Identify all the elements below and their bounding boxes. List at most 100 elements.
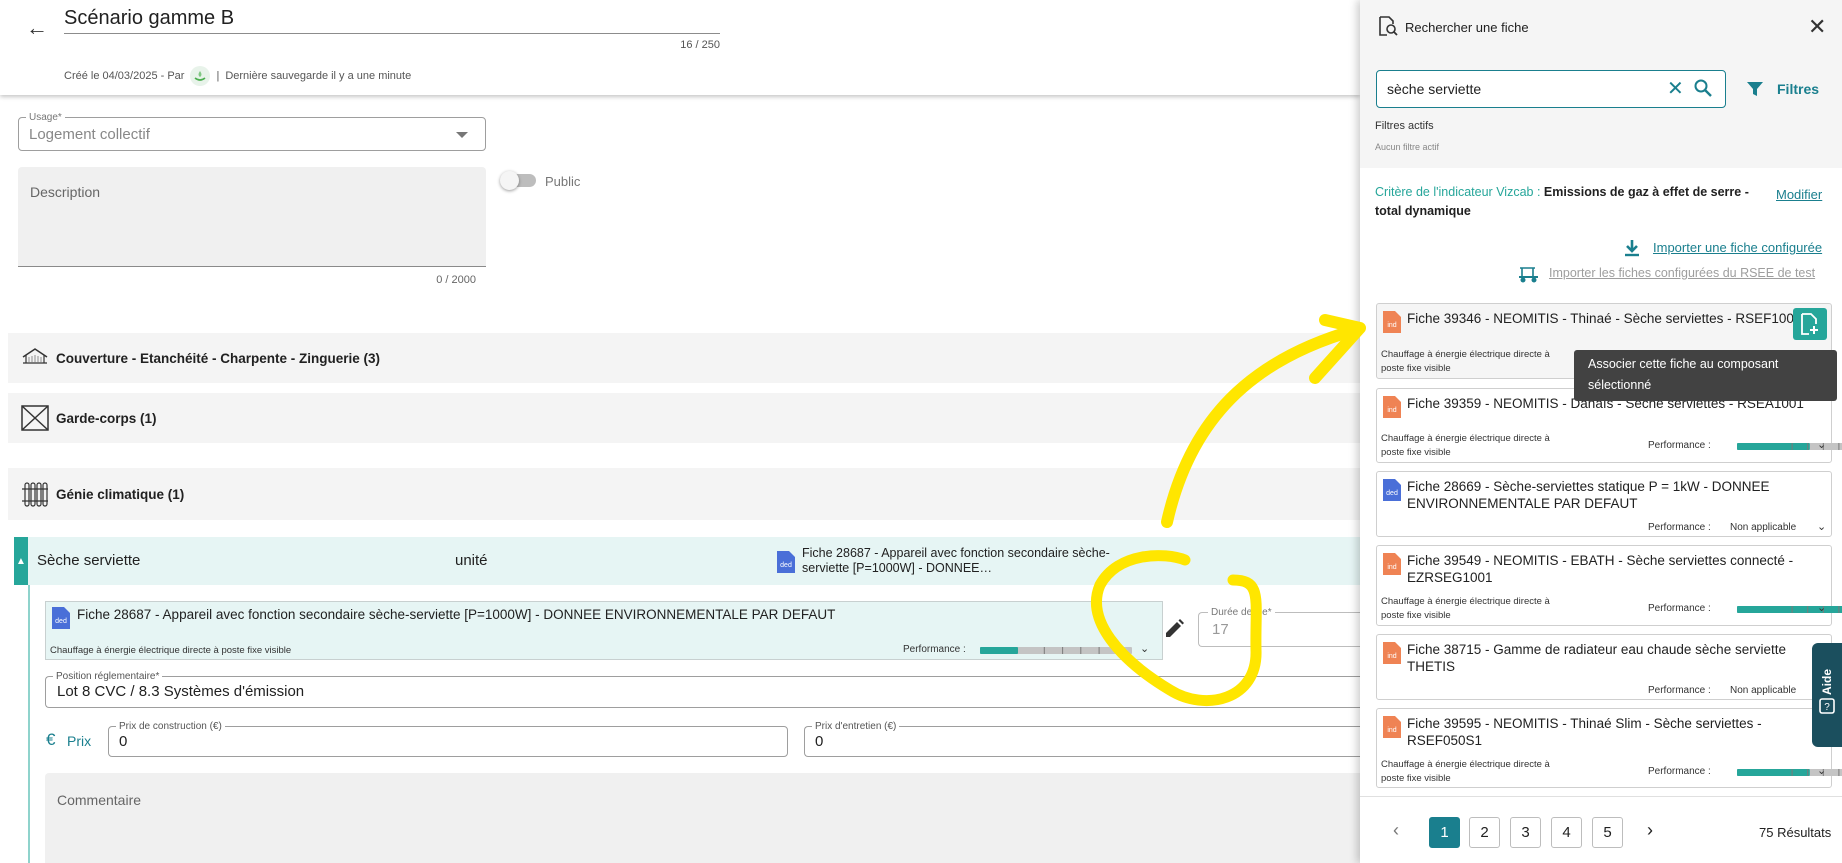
meta-separator: | (216, 70, 220, 82)
prix-construction-value: 0 (119, 733, 128, 750)
performance-label: Performance : (903, 644, 966, 655)
active-filters-label: Filtres actifs (1375, 120, 1434, 132)
performance-label: Performance : (1648, 766, 1711, 777)
result-title: Fiche 39549 - NEOMITIS - EBATH - Sèche s… (1407, 553, 1794, 585)
title-underline (64, 33, 720, 34)
ind-file-icon: ind (1383, 311, 1401, 333)
filter-icon[interactable] (1746, 80, 1764, 98)
category-garde-corps[interactable]: Garde-corps (1) (8, 393, 1360, 443)
page-button[interactable]: 3 (1510, 817, 1541, 848)
svg-text:ind: ind (1387, 727, 1396, 734)
category-couverture[interactable]: Couverture - Etanchéité - Charpente - Zi… (8, 333, 1360, 383)
description-label: Description (30, 184, 101, 200)
pencil-icon[interactable] (1162, 617, 1186, 641)
caret-down-icon[interactable] (456, 132, 468, 138)
component-unit: unité (455, 552, 488, 569)
performance-label: Performance : (1648, 685, 1711, 696)
chevron-down-icon[interactable]: ⌄ (1817, 520, 1826, 533)
result-card[interactable]: ind Fiche 39549 - NEOMITIS - EBATH - Sèc… (1376, 545, 1842, 626)
close-icon[interactable]: ✕ (1808, 14, 1826, 40)
public-toggle-thumb[interactable] (500, 171, 519, 190)
performance-bar-tick (1838, 769, 1840, 776)
help-tab[interactable]: Aide ? (1812, 643, 1842, 747)
result-card[interactable]: ded Fiche 28669 - Sèche-serviettes stati… (1376, 471, 1832, 537)
ind-file-icon: ind (1383, 642, 1401, 664)
result-title: Fiche 39346 - NEOMITIS - Thinaé - Sèche … (1407, 311, 1802, 326)
download-icon[interactable] (1622, 238, 1642, 258)
back-arrow-icon[interactable]: ← (22, 13, 52, 43)
performance-bar (1737, 606, 1842, 613)
file-plus-icon (1801, 313, 1818, 335)
import-configured-link[interactable]: Importer une fiche configurée (1653, 240, 1822, 255)
chevron-down-icon[interactable]: ⌄ (1817, 601, 1826, 614)
page-button[interactable]: 5 (1592, 817, 1623, 848)
result-card[interactable]: ind Fiche 39595 - NEOMITIS - Thinaé Slim… (1376, 708, 1842, 788)
created-text: Créé le 04/03/2025 - Par (64, 70, 185, 82)
duree-vie-value: 17 (1212, 621, 1229, 638)
result-title: Fiche 38715 - Gamme de radiateur eau cha… (1407, 642, 1786, 674)
roof-icon (22, 348, 48, 364)
page-button[interactable]: 4 (1551, 817, 1582, 848)
prix-entretien-label: Prix d'entretien (€) (812, 721, 900, 732)
result-card[interactable]: ind Fiche 38715 - Gamme de radiateur eau… (1376, 634, 1832, 700)
commentaire-textarea[interactable] (45, 773, 1365, 863)
performance-bar-tick (1791, 769, 1793, 776)
results-count: 75 Résultats (1759, 825, 1832, 840)
associate-tooltip: Associer cette fiche au composant sélect… (1574, 350, 1837, 401)
svg-text:ind: ind (1387, 322, 1396, 329)
svg-text:?: ? (1824, 702, 1830, 713)
prev-page-icon[interactable]: ‹ (1393, 820, 1399, 841)
ded-file-icon: ded (1383, 479, 1401, 501)
chevron-down-icon[interactable]: ⌄ (1817, 438, 1826, 451)
clear-icon[interactable]: ✕ (1667, 76, 1684, 101)
modify-link[interactable]: Modifier (1776, 187, 1822, 202)
commentaire-label: Commentaire (57, 792, 142, 808)
no-active-filter: Aucun filtre actif (1375, 142, 1440, 152)
description-textarea[interactable] (18, 167, 486, 267)
ind-file-icon: ind (1383, 396, 1401, 418)
result-subtitle: Chauffage à énergie électrique directe à… (1381, 759, 1550, 784)
chevron-down-icon[interactable]: ⌄ (1817, 764, 1826, 777)
svg-text:ded: ded (1386, 490, 1398, 497)
result-subtitle: Chauffage à énergie électrique directe à… (1381, 433, 1550, 458)
performance-bar-tick (1807, 606, 1809, 613)
prix-label: Prix (67, 733, 92, 749)
description-counter: 0 / 2000 (436, 274, 476, 286)
svg-text:ind: ind (1387, 653, 1396, 660)
ded-file-icon: ded (52, 607, 70, 629)
header-meta: Créé le 04/03/2025 - Par | Dernière sauv… (64, 66, 411, 86)
performance-bar-tick (1080, 647, 1082, 654)
page-button[interactable]: 2 (1469, 817, 1500, 848)
fiche-title: Fiche 28687 - Appareil avec fonction sec… (77, 607, 836, 622)
position-label: Position réglementaire* (53, 671, 163, 682)
performance-bar-tick (1807, 769, 1809, 776)
svg-text:ind: ind (1387, 407, 1396, 414)
import-rsee-link[interactable]: Importer les fiches configurées du RSEE … (1549, 266, 1815, 280)
performance-bar-tick (1838, 606, 1840, 613)
chevron-up-icon[interactable]: ▲ (14, 537, 28, 585)
help-icon: ? (1819, 698, 1835, 714)
performance-bar-fill (1737, 769, 1810, 776)
component-border (28, 585, 30, 863)
result-subtitle: Chauffage à énergie électrique directe à… (1381, 349, 1550, 374)
svg-text:ded: ded (780, 562, 792, 569)
panel-title: Rechercher une fiche (1405, 20, 1529, 35)
euro-icon: € (46, 730, 56, 749)
page-button[interactable]: 1 (1429, 817, 1460, 848)
file-search-icon (1379, 16, 1398, 36)
search-icon[interactable] (1693, 78, 1713, 98)
prix-entretien-value: 0 (815, 733, 824, 750)
page-title[interactable]: Scénario gamme B (64, 7, 234, 30)
component-name: Sèche serviette (37, 552, 141, 569)
associate-fiche-button[interactable] (1793, 308, 1827, 340)
usage-value: Logement collectif (29, 126, 150, 143)
category-label: Génie climatique (1) (56, 486, 185, 502)
chevron-down-icon[interactable]: ⌄ (1140, 642, 1149, 655)
filters-button[interactable]: Filtres (1777, 81, 1819, 97)
category-genie-climatique[interactable]: Génie climatique (1) (8, 468, 1360, 520)
component-row[interactable] (14, 537, 1360, 585)
next-page-icon[interactable]: › (1647, 820, 1653, 841)
performance-bar-tick (1062, 647, 1064, 654)
search-value: sèche serviette (1387, 81, 1482, 97)
ded-file-icon: ded (777, 551, 795, 573)
